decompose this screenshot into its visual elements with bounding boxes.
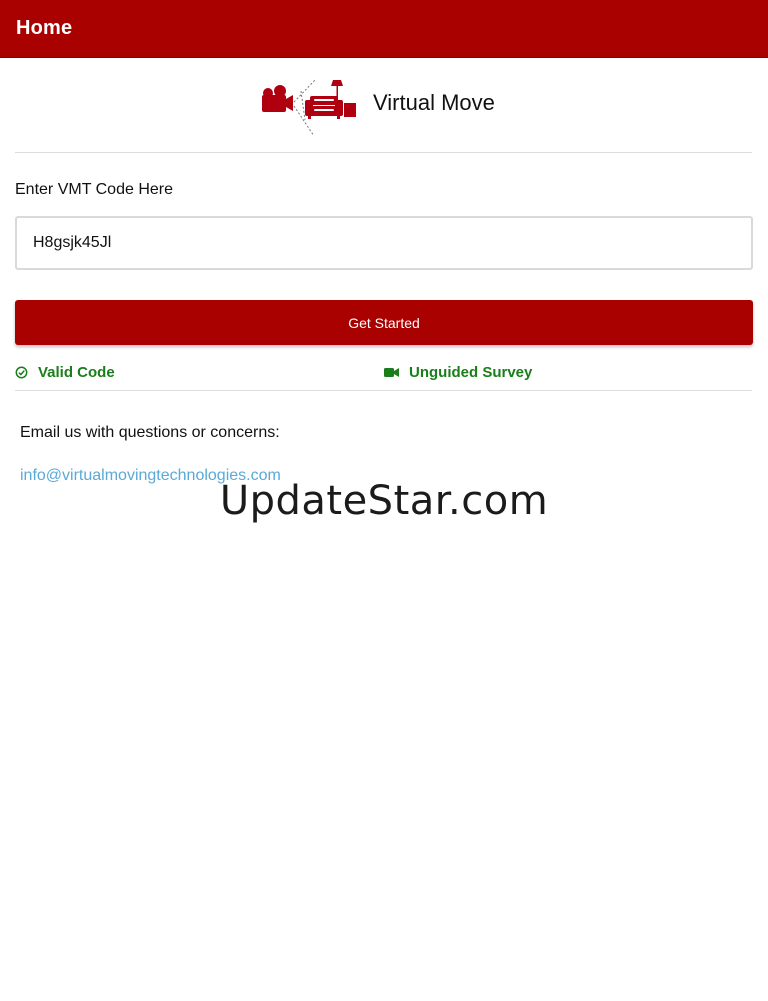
unguided-survey-label: Unguided Survey: [409, 363, 533, 381]
home-screen: Home Virtual Move Enter VMT Code Here H8…: [0, 0, 768, 1001]
brand-name: Virtual Move: [373, 90, 495, 115]
header-divider: [15, 152, 752, 153]
valid-code-status: Valid Code: [15, 362, 115, 382]
app-bar-title: Home: [16, 17, 73, 39]
app-bar: Home: [0, 0, 768, 58]
status-divider: [15, 390, 752, 391]
vmt-code-input[interactable]: [15, 216, 753, 270]
valid-code-label: Valid Code: [38, 363, 115, 381]
check-circle-icon: [15, 366, 28, 379]
watermark-text: UpdateStar.com: [219, 478, 549, 524]
get-started-button[interactable]: Get Started: [15, 300, 753, 345]
camera-couch-logo-icon: [258, 76, 358, 138]
unguided-survey-option[interactable]: Unguided Survey: [384, 362, 532, 382]
video-camera-icon: [384, 367, 399, 378]
contact-prompt: Email us with questions or concerns:: [20, 424, 280, 441]
vmt-code-label: Enter VMT Code Here: [15, 181, 173, 198]
